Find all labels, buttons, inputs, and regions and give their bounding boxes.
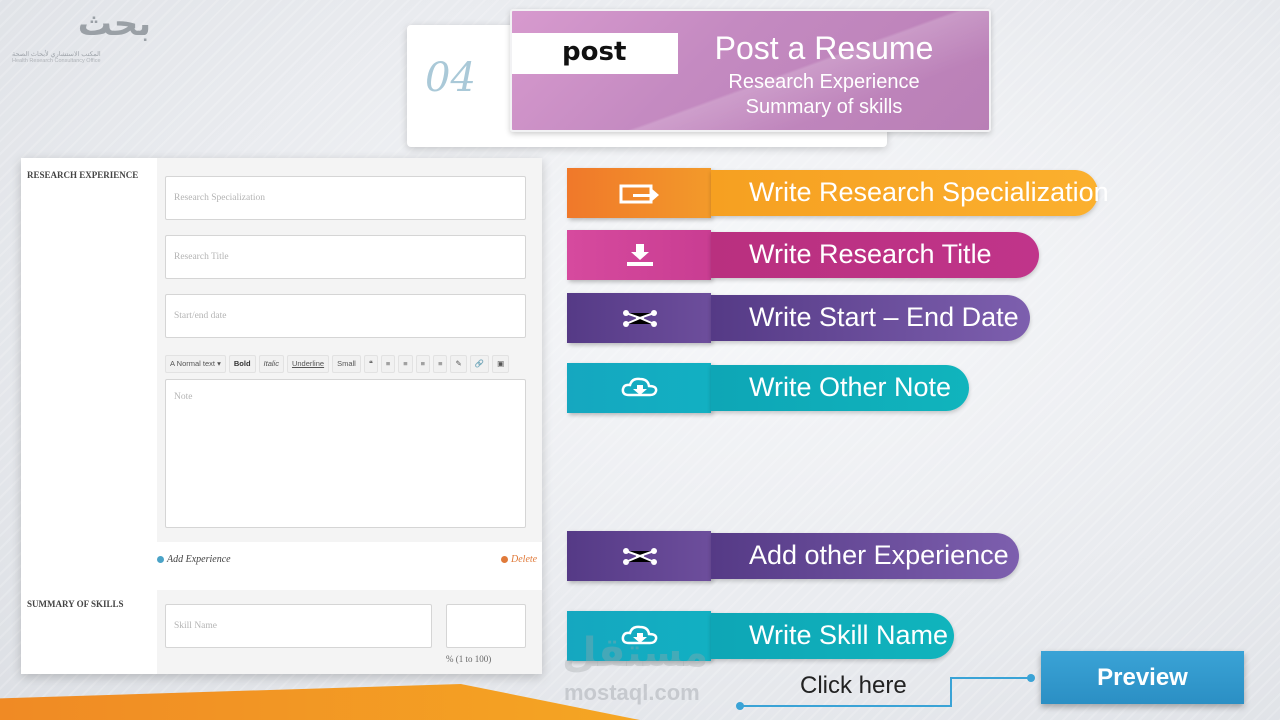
percent-hint: % (1 to 100): [446, 654, 492, 664]
delete-link[interactable]: Delete: [501, 554, 537, 565]
bold-button[interactable]: Bold: [228, 355, 256, 373]
bullet-list-icon[interactable]: ≡: [380, 355, 396, 373]
click-here-label: Click here: [800, 672, 907, 699]
logo-line-2: Health Research Consultancy Office: [12, 58, 101, 64]
add-experience-label: Add Experience: [167, 554, 231, 565]
step-label: Write Skill Name: [749, 620, 949, 650]
skill-name-placeholder: Skill Name: [174, 621, 218, 631]
underline-button[interactable]: Underline: [286, 355, 330, 373]
header-subtitle-2: Summary of skills: [745, 96, 903, 118]
image-icon[interactable]: ▣: [492, 355, 510, 373]
logo-line-1: المكتب الاستشاري لأبحاث الصحة: [12, 51, 101, 58]
start-end-date-input[interactable]: Start/end date: [165, 294, 526, 338]
step-label: Add other Experience: [749, 540, 1009, 570]
plus-circle-icon: [157, 556, 164, 564]
small-button[interactable]: Small: [332, 355, 361, 373]
download-tray-icon: [627, 244, 653, 266]
note-placeholder: Note: [174, 392, 193, 402]
rich-text-toolbar: A Normal text ▾ Bold Italic Underline Sm…: [165, 355, 510, 373]
watermark-arabic: مستقل: [562, 630, 709, 676]
research-specialization-input[interactable]: Research Specialization: [165, 176, 526, 220]
add-experience-link[interactable]: Add Experience: [157, 554, 231, 565]
research-experience-label: RESEARCH EXPERIENCE: [27, 170, 139, 180]
start-end-date-placeholder: Start/end date: [174, 311, 227, 321]
pencil-icon[interactable]: ✎: [450, 355, 467, 373]
watermark-url: mostaql.com: [564, 680, 700, 705]
orange-ribbon: [0, 684, 640, 720]
format-dropdown[interactable]: A Normal text ▾: [165, 355, 226, 373]
note-textarea[interactable]: Note: [165, 379, 526, 528]
numbered-list-icon[interactable]: ≡: [398, 355, 413, 373]
step-number: 04: [425, 55, 476, 101]
preview-button[interactable]: Preview: [1041, 651, 1244, 704]
skill-percent-input[interactable]: [446, 604, 526, 648]
delete-label: Delete: [511, 554, 538, 565]
minus-circle-icon: [501, 556, 508, 564]
step-label: Write Research Title: [749, 239, 992, 269]
indent-icon[interactable]: ≡: [433, 355, 448, 373]
outdent-icon[interactable]: ≡: [415, 355, 431, 373]
header-subtitle-1: Research Experience: [728, 71, 920, 93]
research-specialization-placeholder: Research Specialization: [174, 193, 266, 203]
network-icon: [623, 548, 657, 565]
skill-name-input[interactable]: Skill Name: [165, 604, 432, 648]
italic-button[interactable]: Italic: [258, 355, 284, 373]
research-title-input[interactable]: Research Title: [165, 235, 526, 279]
summary-of-skills-label: SUMMARY OF SKILLS: [27, 599, 124, 609]
logo: بحث المكتب الاستشاري لأبحاث الصحة Health…: [8, 4, 173, 66]
post-label: post: [562, 37, 627, 67]
post-label-box: post: [512, 33, 678, 74]
network-icon: [623, 310, 657, 327]
cloud-download-icon: [621, 377, 658, 397]
link-icon[interactable]: 🔗: [469, 355, 490, 373]
preview-label: Preview: [1097, 664, 1188, 691]
step-label: Write Other Note: [749, 372, 952, 402]
quote-icon[interactable]: ❝: [363, 355, 378, 373]
step-label: Write Start – End Date: [749, 302, 1019, 332]
share-icon: [619, 184, 659, 204]
step-label: Write Research Specialization: [749, 177, 1109, 207]
logo-mark: بحث: [77, 4, 153, 44]
header-title: Post a Resume: [714, 30, 934, 66]
research-title-placeholder: Research Title: [174, 252, 229, 262]
resume-form-panel: RESEARCH EXPERIENCE Research Specializat…: [21, 158, 542, 674]
